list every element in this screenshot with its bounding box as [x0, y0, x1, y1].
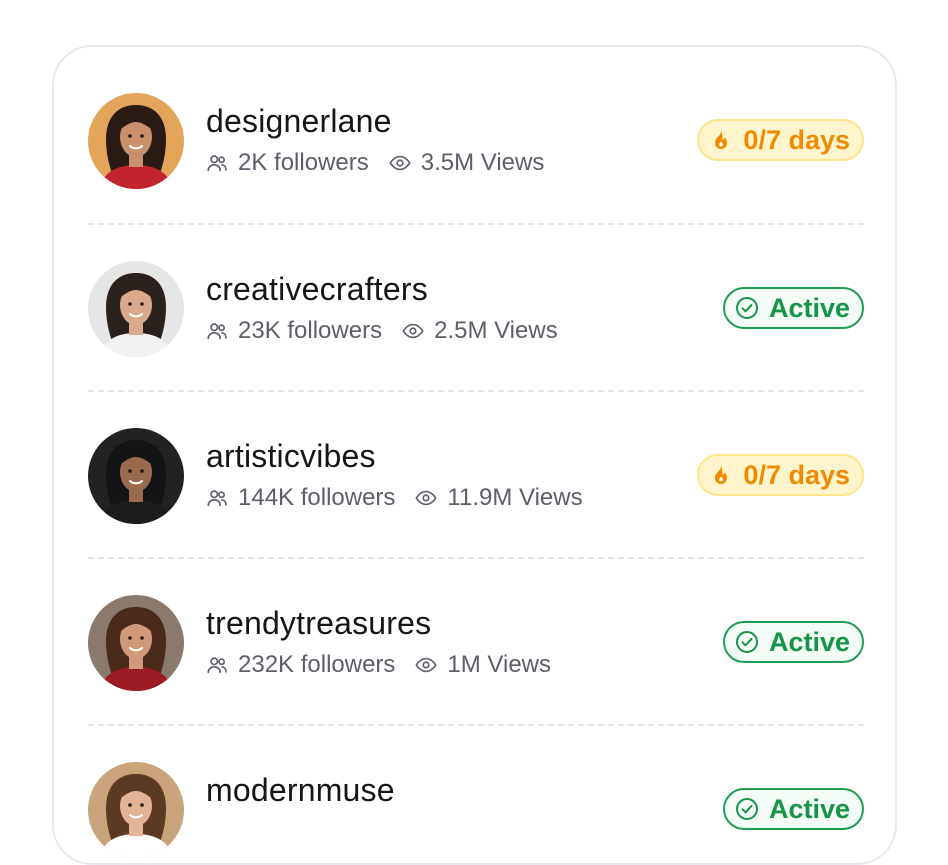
username: artisticvibes: [206, 438, 376, 474]
status-badge: Active: [722, 287, 864, 329]
list-item[interactable]: creativecrafters 23K followers 2.5M View…: [88, 261, 864, 371]
avatar: [88, 93, 184, 189]
avatar: [88, 261, 184, 357]
user-stats: 144K followers 11.9M Views: [206, 484, 583, 512]
user-stats: 232K followers 1M Views: [206, 651, 551, 679]
user-stats: 2K followers 3.5M Views: [206, 149, 544, 177]
followers-count: 2K followers: [238, 149, 369, 176]
followers-count: 144K followers: [238, 484, 396, 511]
status-badge: 0/7 days: [697, 119, 864, 161]
avatar: [88, 428, 184, 524]
list-item[interactable]: modernmuse Active: [88, 762, 864, 863]
avatar: [88, 595, 184, 691]
eye-icon: [415, 654, 437, 676]
views-count: 3.5M Views: [420, 149, 545, 176]
list-item[interactable]: trendytreasures 232K followers 1M Views …: [88, 595, 864, 705]
divider: [88, 724, 864, 726]
followers-count: 23K followers: [238, 317, 383, 344]
username: modernmuse: [206, 772, 395, 808]
fire-icon: [709, 463, 733, 487]
users-icon: [206, 320, 228, 342]
status-badge: Active: [722, 788, 864, 830]
status-label: 0/7 days: [743, 459, 850, 490]
list-item[interactable]: artisticvibes 144K followers 11.9M Views…: [88, 428, 864, 538]
eye-icon: [389, 152, 411, 174]
status-label: Active: [768, 793, 850, 824]
divider: [88, 390, 864, 392]
username: designerlane: [206, 103, 392, 139]
list-item[interactable]: designerlane 2K followers 3.5M Views 0/7…: [88, 93, 864, 203]
check-circle-icon: [735, 797, 759, 821]
status-label: Active: [768, 626, 850, 657]
views-count: 1M Views: [447, 651, 552, 678]
check-circle-icon: [735, 296, 759, 320]
check-circle-icon: [735, 630, 759, 654]
views-count: 2.5M Views: [434, 317, 558, 344]
status-label: Active: [768, 292, 850, 323]
status-label: 0/7 days: [743, 124, 850, 155]
username: trendytreasures: [206, 605, 432, 641]
divider: [88, 557, 864, 559]
user-stats: 23K followers 2.5M Views: [206, 317, 558, 345]
creator-list-card: designerlane 2K followers 3.5M Views 0/7…: [52, 45, 897, 865]
status-badge: 0/7 days: [697, 454, 864, 496]
views-count: 11.9M Views: [447, 484, 583, 511]
avatar: [88, 762, 184, 858]
fire-icon: [709, 128, 733, 152]
status-badge: Active: [722, 621, 864, 663]
eye-icon: [415, 487, 437, 509]
divider: [88, 223, 864, 225]
followers-count: 232K followers: [238, 651, 396, 678]
users-icon: [206, 654, 228, 676]
eye-icon: [402, 320, 424, 342]
username: creativecrafters: [206, 271, 428, 307]
users-icon: [206, 487, 228, 509]
users-icon: [206, 152, 228, 174]
